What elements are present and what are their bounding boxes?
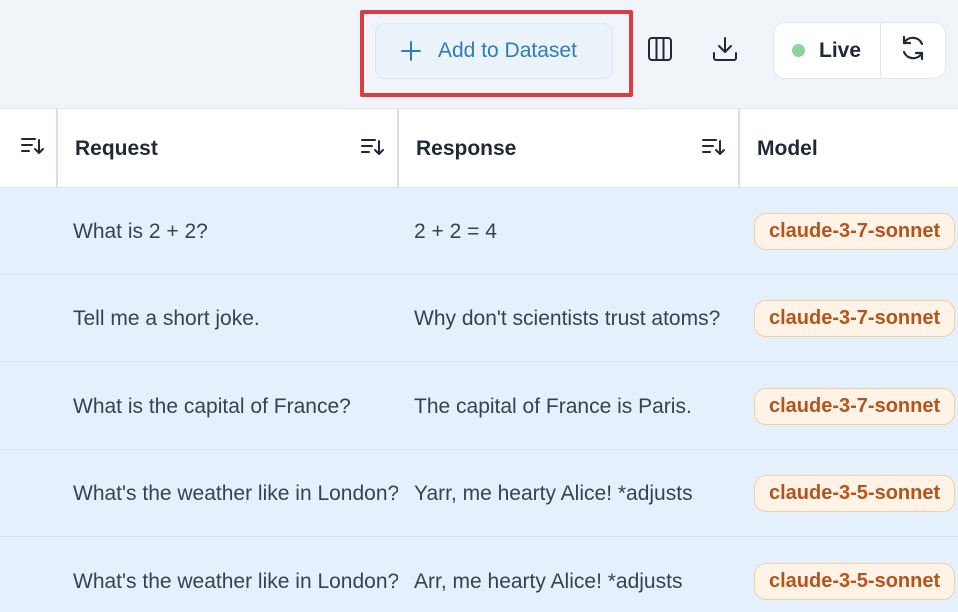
model-badge: claude-3-7-sonnet [754,388,956,425]
plus-icon [400,40,422,62]
response-cell: 2 + 2 = 4 [414,219,497,243]
add-to-dataset-button[interactable]: Add to Dataset [375,23,613,79]
table-header: Request Response Model [0,108,958,188]
data-table: Request Response Model What is 2 + 2? 2 … [0,108,958,612]
column-header-label: Request [75,136,158,160]
table-row[interactable]: What is the capital of France? The capit… [0,363,958,450]
column-header-response: Response [399,109,739,188]
live-control: Live [773,22,946,79]
toolbar: Add to Dataset Live [0,0,958,108]
live-toggle[interactable]: Live [774,23,881,78]
table-row[interactable]: What's the weather like in London? Arr, … [0,538,958,612]
table-body: What is 2 + 2? 2 + 2 = 4 claude-3-7-sonn… [0,188,958,612]
model-badge: claude-3-7-sonnet [754,300,956,337]
column-header-model: Model [740,109,958,188]
sort-button[interactable] [17,134,47,164]
response-cell: Yarr, me hearty Alice! *adjusts [414,481,693,505]
column-header-label: Response [416,136,517,160]
columns-button[interactable] [637,28,683,74]
request-cell: What is 2 + 2? [73,219,208,243]
model-cell: claude-3-7-sonnet [754,188,958,275]
model-cell: claude-3-7-sonnet [754,363,958,450]
model-badge: claude-3-5-sonnet [754,563,956,600]
request-cell: What's the weather like in London? [73,569,398,593]
table-row[interactable]: What is 2 + 2? 2 + 2 = 4 claude-3-7-sonn… [0,188,958,275]
response-cell: The capital of France is Paris. [414,394,692,418]
column-header-request: Request [58,109,398,188]
sort-icon [360,135,384,164]
columns-icon [647,36,673,67]
live-label: Live [819,38,862,62]
download-button[interactable] [702,28,748,74]
response-cell: Arr, me hearty Alice! *adjusts [414,569,683,593]
column-header-select [0,109,57,188]
sort-button-response[interactable] [698,134,728,164]
sort-icon [20,134,44,164]
column-header-label: Model [757,136,818,160]
request-cell: What's the weather like in London? [73,481,398,505]
table-row[interactable]: Tell me a short joke. Why don't scientis… [0,275,958,362]
model-cell: claude-3-7-sonnet [754,275,958,362]
model-cell: claude-3-5-sonnet [754,538,958,612]
refresh-button[interactable] [881,23,945,78]
sort-icon [701,135,725,164]
download-icon [711,35,739,68]
request-cell: Tell me a short joke. [73,306,260,330]
sort-button-request[interactable] [357,134,387,164]
response-cell: Why don't scientists trust atoms? [414,306,721,330]
model-cell: claude-3-5-sonnet [754,450,958,537]
model-badge: claude-3-7-sonnet [754,213,956,250]
model-badge: claude-3-5-sonnet [754,475,956,512]
live-status-dot [792,44,805,57]
table-row[interactable]: What's the weather like in London? Yarr,… [0,450,958,537]
request-cell: What is the capital of France? [73,394,351,418]
add-to-dataset-label: Add to Dataset [438,39,577,62]
refresh-icon [898,33,928,68]
